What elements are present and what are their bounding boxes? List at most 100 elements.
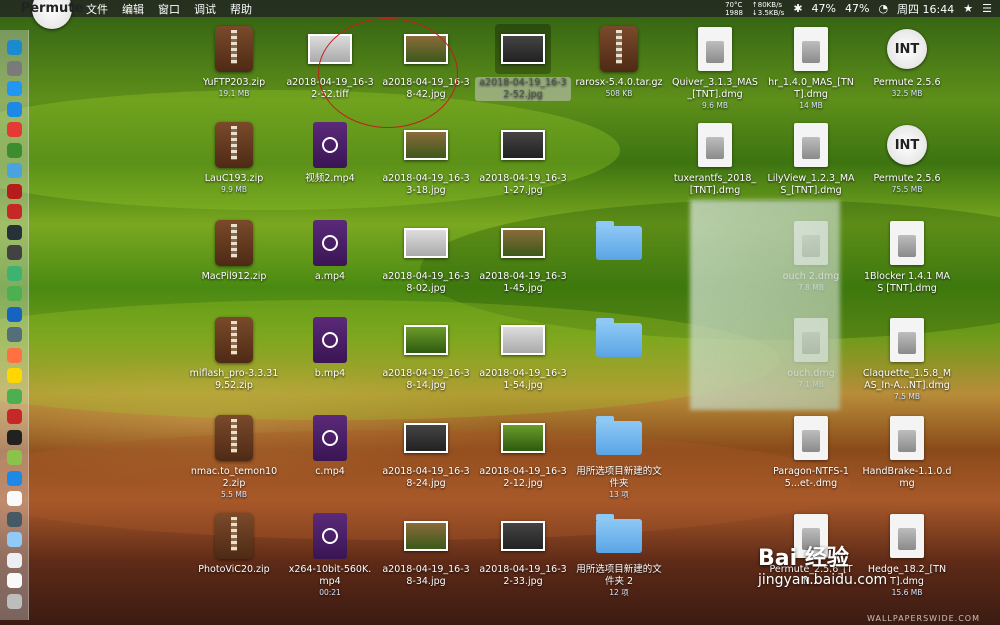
desktop-file-img[interactable]: a2018-04-19_16-38-34.jpg — [378, 511, 474, 588]
dock-app-icon[interactable] — [7, 122, 22, 137]
desktop-file-img[interactable]: a2018-04-19_16-33-18.jpg — [378, 120, 474, 197]
desktop-file-mp4[interactable]: 视频2.mp4 — [282, 120, 378, 185]
temp-fan-readout[interactable]: 70°C 1988 — [725, 1, 743, 17]
file-icon-box — [859, 413, 955, 463]
star-icon[interactable]: ★ — [963, 2, 973, 15]
file-icon-box — [571, 413, 667, 463]
desktop-file-dmg[interactable]: Paragon-NTFS-15...et-.dmg — [763, 413, 859, 490]
desktop-file-zip[interactable]: rarosx-5.4.0.tar.gz 508 KB — [571, 24, 667, 98]
desktop-file-zip[interactable]: MacPil912.zip — [186, 218, 282, 283]
desktop-file-img[interactable]: a2018-04-19_16-38-24.jpg — [378, 413, 474, 490]
net-down-label: ↓3.5KB/s — [751, 8, 785, 17]
desktop-file-zip[interactable]: PhotoViC20.zip — [186, 511, 282, 576]
desktop-file-mp4[interactable]: c.mp4 — [282, 413, 378, 478]
desktop-file-img[interactable]: a2018-04-19_16-32-12.jpg — [475, 413, 571, 490]
status-area: 70°C 1988 ↑80KB/s ↓3.5KB/s ✱ 47% 47% ◔ 周四 … — [725, 0, 992, 17]
dock-app-icon[interactable] — [7, 532, 22, 547]
bluetooth-icon[interactable]: ✱ — [793, 2, 802, 15]
file-name: LauC193.zip — [204, 173, 264, 184]
desktop-file-dmg[interactable]: tuxerantfs_2018_[TNT].dmg — [667, 120, 763, 197]
menu-list-icon[interactable]: ☰ — [982, 2, 992, 15]
dock-app-icon[interactable] — [7, 183, 22, 199]
dock-app-icon[interactable] — [7, 470, 22, 486]
desktop-file-dmg[interactable]: hr_1.4.0_MAS_[TNT].dmg 14 MB — [763, 24, 859, 110]
desktop-file-zip[interactable]: miflash_pro-3.3.319.52.zip — [186, 315, 282, 392]
menu-window[interactable]: 窗口 — [158, 1, 180, 17]
dock-app-icon[interactable] — [7, 81, 22, 96]
desktop-file-dmg[interactable]: LilyView_1.2.3_MAS_[TNT].dmg — [763, 120, 859, 197]
desktop-file-zip[interactable]: YuFTP203.zip 19.1 MB — [186, 24, 282, 98]
file-name: a2018-04-19_16-32-33.jpg — [479, 564, 567, 587]
desktop-file-mp4[interactable]: a.mp4 — [282, 218, 378, 283]
dock-app-icon[interactable] — [7, 491, 22, 506]
dock-app-icon[interactable] — [7, 593, 22, 609]
dock-app-icon[interactable] — [7, 224, 22, 240]
desktop-file-img[interactable]: a2018-04-19_16-38-02.jpg — [378, 218, 474, 295]
wifi-icon[interactable]: ◔ — [878, 2, 888, 15]
desktop-file-mp4[interactable]: b.mp4 — [282, 315, 378, 380]
desktop-file-dmg[interactable]: Quiver_3.1.3_MAS_[TNT].dmg 9.6 MB — [667, 24, 763, 110]
dock-app-icon[interactable] — [7, 552, 22, 568]
desktop-file-zip[interactable]: LauC193.zip 9.9 MB — [186, 120, 282, 194]
image-thumbnail-icon — [501, 423, 545, 453]
desktop-file-img[interactable]: a2018-04-19_16-31-54.jpg — [475, 315, 571, 392]
folder-icon — [596, 416, 642, 455]
desktop-file-img[interactable]: a2018-04-19_16-32-33.jpg — [475, 511, 571, 588]
desktop-file-zip[interactable]: nmac.to_temon102.zip 5.5 MB — [186, 413, 282, 499]
desktop-file-dmg[interactable]: HandBrake-1.1.0.dmg — [859, 413, 955, 490]
desktop-file-dmg[interactable]: 1Blocker 1.4.1 MAS [TNT].dmg — [859, 218, 955, 295]
video-file-icon — [313, 122, 347, 168]
file-icon-box — [475, 413, 571, 463]
dock-app-icon[interactable] — [7, 60, 22, 76]
desktop-file-folder[interactable]: 用所选项目新建的文件夹 13 项 — [571, 413, 667, 499]
dock-app-icon[interactable] — [7, 368, 22, 383]
dock-app-icon[interactable] — [7, 511, 22, 527]
desktop-file-app[interactable]: INT Permute 2.5.6 32.5 MB — [859, 24, 955, 98]
file-name: a2018-04-19_16-33-18.jpg — [382, 173, 470, 196]
disk-image-icon — [794, 123, 828, 167]
dock-app-icon[interactable] — [7, 409, 22, 424]
file-icon-box — [186, 413, 282, 463]
dock-app-icon[interactable] — [7, 163, 22, 178]
desktop-file-img[interactable]: a2018-04-19_16-32-52.jpg — [475, 24, 571, 101]
dock-app-icon[interactable] — [7, 245, 22, 260]
desktop-file-folder[interactable] — [571, 218, 667, 271]
desktop-file-app[interactable]: INT Permute 2.5.6 75.5 MB — [859, 120, 955, 194]
desktop-file-mp4[interactable]: x264-10bit-560K.mp4 00:21 — [282, 511, 378, 597]
desktop-file-img[interactable]: a2018-04-19_16-31-45.jpg — [475, 218, 571, 295]
datetime[interactable]: 周四 16:44 — [897, 1, 954, 17]
file-name: x264-10bit-560K.mp4 — [288, 564, 372, 587]
dock-app-icon[interactable] — [7, 450, 22, 465]
dock-app-icon[interactable] — [7, 101, 22, 117]
watermark-main: Bai 经验 — [758, 546, 849, 571]
desktop-file-dmg[interactable]: Claquette_1.5.8_MAS_In-A...NT].dmg 7.5 MB — [859, 315, 955, 401]
file-name: a2018-04-19_16-38-24.jpg — [382, 466, 470, 489]
menu-file[interactable]: 文件 — [86, 1, 108, 17]
desktop-file-folder[interactable]: 用所选项目新建的文件夹 2 12 项 — [571, 511, 667, 597]
wallpaper-credit: WALLPAPERSWIDE.COM — [867, 614, 980, 623]
dock-app-icon[interactable] — [7, 388, 22, 404]
dock-app-icon[interactable] — [7, 265, 22, 281]
menu-debug[interactable]: 调试 — [194, 1, 216, 17]
dock-app-icon[interactable] — [7, 347, 22, 363]
dock-app-icon[interactable] — [7, 142, 22, 158]
dock-app-icon[interactable] — [7, 573, 22, 588]
file-name: YuFTP203.zip — [202, 77, 266, 88]
desktop-file-img[interactable]: a2018-04-19_16-31-27.jpg — [475, 120, 571, 197]
file-icon-box — [763, 120, 859, 170]
dock-app-icon[interactable] — [7, 306, 22, 322]
network-readout[interactable]: ↑80KB/s ↓3.5KB/s — [752, 1, 784, 17]
dock-app-icon[interactable] — [7, 286, 22, 301]
battery-a[interactable]: 47% — [812, 2, 836, 15]
dock-app-icon[interactable] — [7, 327, 22, 342]
desktop-file-img[interactable]: a2018-04-19_16-38-14.jpg — [378, 315, 474, 392]
dock-app-icon[interactable] — [7, 429, 22, 445]
dock-app-icon[interactable] — [7, 40, 22, 55]
blurred-region — [690, 200, 840, 410]
battery-b[interactable]: 47% — [845, 2, 869, 15]
desktop-file-folder[interactable] — [571, 315, 667, 368]
dock-app-icon[interactable] — [7, 204, 22, 219]
menu-edit[interactable]: 编辑 — [122, 1, 144, 17]
file-name: nmac.to_temon102.zip — [190, 466, 278, 489]
menu-help[interactable]: 帮助 — [230, 1, 252, 17]
